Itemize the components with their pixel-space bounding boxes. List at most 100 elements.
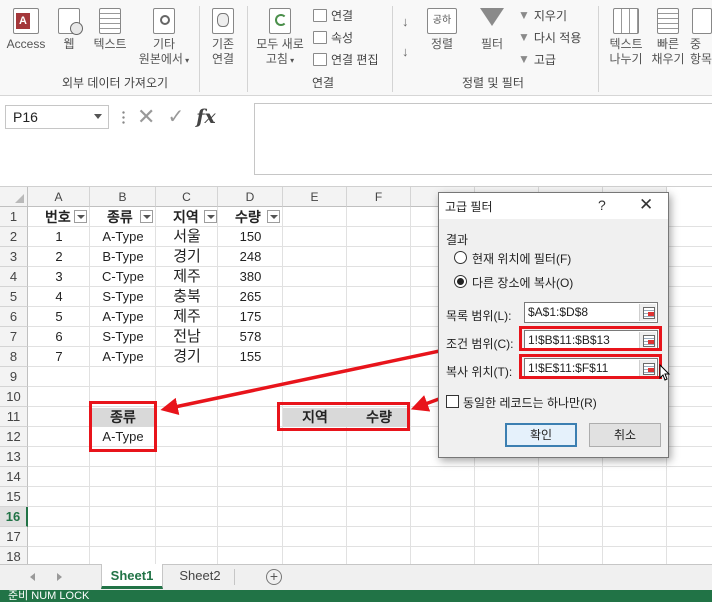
column-header[interactable]: D <box>218 187 283 207</box>
table-cell[interactable]: 제주 <box>156 267 218 287</box>
row-header[interactable]: 18 <box>0 547 28 564</box>
name-box[interactable]: P16 <box>5 105 109 129</box>
filter-dropdown-icon[interactable] <box>204 210 217 223</box>
table-cell[interactable]: S-Type <box>90 287 156 307</box>
web-button[interactable]: 웹 <box>54 8 84 52</box>
header-cell-type[interactable]: 종류 <box>90 207 140 227</box>
filter-dropdown-icon[interactable] <box>140 210 153 223</box>
table-cell[interactable]: A-Type <box>90 347 156 367</box>
header-cell-number[interactable]: 번호 <box>28 207 78 227</box>
filter-in-place-radio[interactable] <box>454 251 467 264</box>
table-cell[interactable]: C-Type <box>90 267 156 287</box>
header-cell-region[interactable]: 지역 <box>156 207 206 227</box>
header-cell-quantity[interactable]: 수량 <box>218 207 268 227</box>
unique-records-checkbox[interactable] <box>446 395 459 408</box>
enter-icon[interactable]: ✓ <box>167 107 184 127</box>
table-cell[interactable]: 265 <box>218 287 283 307</box>
table-cell[interactable]: 전남 <box>156 327 218 347</box>
table-cell[interactable]: 7 <box>28 347 90 367</box>
sort-ascending-button[interactable]: ↓ <box>402 12 409 30</box>
edit-links-button[interactable]: 연결 편집 <box>313 50 379 68</box>
list-range-input[interactable]: $A$1:$D$8 <box>524 302 658 323</box>
table-cell[interactable]: A-Type <box>90 227 156 247</box>
row-header[interactable]: 11 <box>0 407 28 427</box>
unique-records-label[interactable]: 동일한 레코드는 하나만(R) <box>463 394 597 411</box>
filter-in-place-label[interactable]: 현재 위치에 필터(F) <box>472 250 571 267</box>
clear-filter-button[interactable]: ▼ 지우기 <box>518 6 567 24</box>
table-cell[interactable]: 4 <box>28 287 90 307</box>
row-header[interactable]: 12 <box>0 427 28 447</box>
table-cell[interactable]: 1 <box>28 227 90 247</box>
row-header[interactable]: 9 <box>0 367 28 387</box>
row-header[interactable]: 5 <box>0 287 28 307</box>
existing-connections-button[interactable]: 기존 연결 <box>203 8 243 67</box>
table-cell[interactable]: S-Type <box>90 327 156 347</box>
flash-fill-button[interactable]: 빠른 채우기 <box>650 8 686 67</box>
filter-button[interactable]: 필터 <box>474 8 510 52</box>
access-button[interactable]: A Access <box>6 8 46 52</box>
text-to-columns-button[interactable]: 텍스트 나누기 <box>604 8 648 67</box>
remove-duplicates-button[interactable]: 중 항목 <box>690 8 712 67</box>
refresh-all-button[interactable]: 모두 새로 고침 ▾ <box>252 8 308 68</box>
row-header[interactable]: 7 <box>0 327 28 347</box>
row-header[interactable]: 15 <box>0 487 28 507</box>
other-sources-button[interactable]: 기타 원본에서 ▾ <box>138 8 190 68</box>
sort-button[interactable]: 공하 정렬 <box>424 8 460 52</box>
row-header[interactable]: 13 <box>0 447 28 467</box>
table-cell[interactable]: 6 <box>28 327 90 347</box>
copy-to-location-label[interactable]: 다른 장소에 복사(O) <box>472 274 573 291</box>
row-header[interactable]: 10 <box>0 387 28 407</box>
cancel-button[interactable]: 취소 <box>589 423 661 447</box>
table-cell[interactable]: 5 <box>28 307 90 327</box>
prev-sheet-arrow-icon[interactable] <box>30 573 35 581</box>
table-cell[interactable]: 2 <box>28 247 90 267</box>
table-cell[interactable]: 경기 <box>156 347 218 367</box>
table-cell[interactable]: 380 <box>218 267 283 287</box>
table-cell[interactable]: 서울 <box>156 227 218 247</box>
add-sheet-icon[interactable]: + <box>266 569 282 585</box>
reapply-button[interactable]: ▼ 다시 적용 <box>518 28 581 46</box>
table-cell[interactable]: A-Type <box>90 307 156 327</box>
next-sheet-arrow-icon[interactable] <box>57 573 62 581</box>
row-header[interactable]: 3 <box>0 247 28 267</box>
cancel-icon[interactable]: ✕ <box>137 106 155 128</box>
close-icon[interactable]: ✕ <box>639 195 653 215</box>
table-cell[interactable]: 충북 <box>156 287 218 307</box>
table-cell[interactable]: 578 <box>218 327 283 347</box>
sort-descending-button[interactable]: ↓ <box>402 42 409 60</box>
sheet-tab-sheet1[interactable]: Sheet1 <box>101 564 163 589</box>
table-cell[interactable]: 175 <box>218 307 283 327</box>
row-header[interactable]: 4 <box>0 267 28 287</box>
advanced-filter-button[interactable]: ▼ 고급 <box>518 50 556 68</box>
sheet-tab-sheet2[interactable]: Sheet2 <box>169 564 231 589</box>
connections-button[interactable]: 연결 <box>313 6 353 24</box>
table-cell[interactable]: B-Type <box>90 247 156 267</box>
table-cell[interactable]: 248 <box>218 247 283 267</box>
column-header[interactable]: C <box>156 187 218 207</box>
row-header[interactable]: 2 <box>0 227 28 247</box>
filter-dropdown-icon[interactable] <box>267 210 280 223</box>
name-box-dropdown-icon[interactable] <box>94 114 102 119</box>
text-import-button[interactable]: 텍스트 <box>90 8 130 52</box>
row-header[interactable]: 17 <box>0 527 28 547</box>
column-header[interactable]: E <box>283 187 347 207</box>
row-header[interactable]: 16 <box>0 507 28 527</box>
column-header[interactable]: B <box>90 187 156 207</box>
row-header[interactable]: 6 <box>0 307 28 327</box>
row-header[interactable]: 1 <box>0 207 28 227</box>
copy-to-location-radio[interactable] <box>454 275 467 288</box>
row-header[interactable]: 8 <box>0 347 28 367</box>
table-cell[interactable]: 3 <box>28 267 90 287</box>
collapse-dialog-icon[interactable] <box>639 304 656 321</box>
properties-button[interactable]: 속성 <box>313 28 353 46</box>
help-icon[interactable]: ? <box>598 197 606 213</box>
table-cell[interactable]: 경기 <box>156 247 218 267</box>
select-all-button[interactable] <box>0 187 28 207</box>
table-cell[interactable]: 150 <box>218 227 283 247</box>
row-header[interactable]: 14 <box>0 467 28 487</box>
formula-input[interactable] <box>254 103 712 175</box>
filter-dropdown-icon[interactable] <box>74 210 87 223</box>
column-header[interactable]: A <box>28 187 90 207</box>
table-cell[interactable]: 155 <box>218 347 283 367</box>
table-cell[interactable]: 제주 <box>156 307 218 327</box>
